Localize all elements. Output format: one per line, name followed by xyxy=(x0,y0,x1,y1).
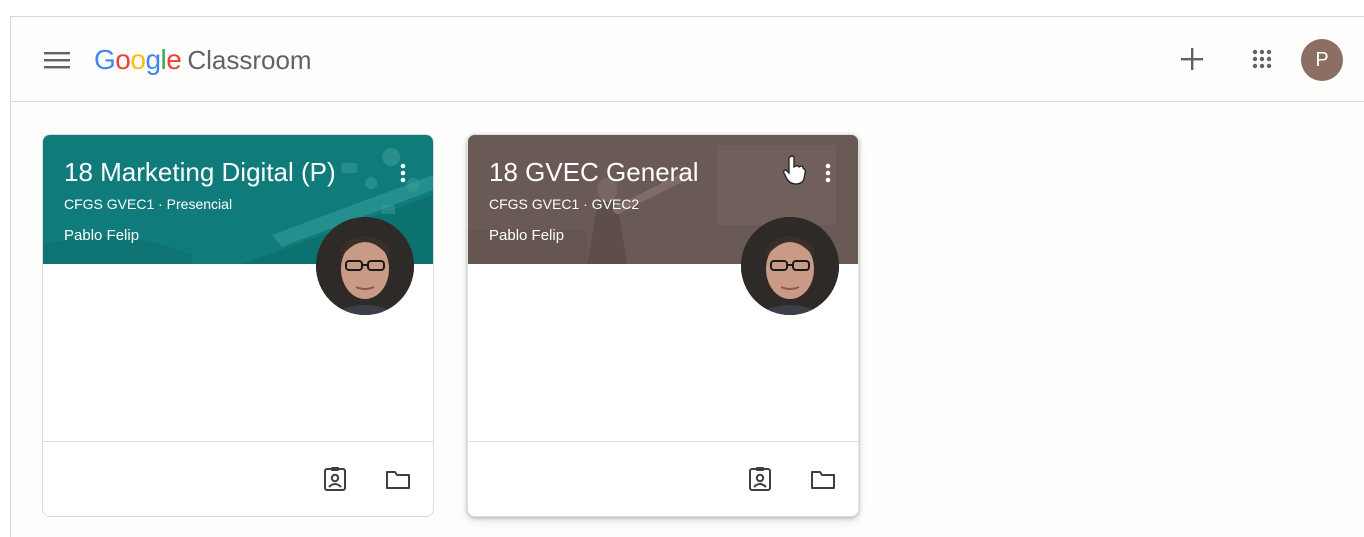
google-classroom-logo[interactable]: Google Classroom xyxy=(94,43,312,77)
teacher-name: Pablo Felip xyxy=(489,227,565,244)
assignment-ind-icon xyxy=(749,467,771,491)
main-menu-button[interactable] xyxy=(37,43,77,77)
class-card-footer xyxy=(468,441,858,516)
open-your-work-button[interactable] xyxy=(743,462,777,496)
class-title-link[interactable]: 18 GVEC General xyxy=(489,157,798,188)
classroom-window: Google Classroom P 18 Marketing Digital … xyxy=(10,16,1364,537)
pointer-hand-cursor-icon xyxy=(783,155,806,185)
more-vert-icon xyxy=(825,163,831,183)
google-wordmark: Google xyxy=(94,44,182,75)
apps-grid-icon xyxy=(1252,49,1272,69)
teacher-portrait xyxy=(741,217,839,315)
account-avatar[interactable]: P xyxy=(1301,39,1343,81)
teacher-photo xyxy=(741,217,839,315)
teacher-photo xyxy=(316,217,414,315)
folder-icon xyxy=(811,471,835,489)
folder-icon xyxy=(386,471,410,489)
more-vert-icon xyxy=(400,163,406,183)
class-options-button[interactable] xyxy=(816,159,840,187)
open-class-folder-button[interactable] xyxy=(381,462,415,496)
class-card[interactable]: 18 GVEC General CFGS GVEC1 · GVEC2 Pablo… xyxy=(467,134,859,517)
google-apps-button[interactable] xyxy=(1242,39,1282,79)
open-your-work-button[interactable] xyxy=(318,462,352,496)
class-section: CFGS GVEC1 · Presencial xyxy=(64,196,233,212)
menu-icon xyxy=(44,52,70,69)
create-or-join-class-button[interactable] xyxy=(1172,39,1212,79)
class-card-footer xyxy=(43,441,433,516)
app-header: Google Classroom P xyxy=(11,17,1364,102)
teacher-portrait xyxy=(316,217,414,315)
plus-icon xyxy=(1181,48,1203,70)
class-title-link[interactable]: 18 Marketing Digital (P) xyxy=(64,157,373,188)
teacher-name: Pablo Felip xyxy=(64,227,140,244)
assignment-ind-icon xyxy=(324,467,346,491)
product-name: Classroom xyxy=(187,44,312,75)
class-section: CFGS GVEC1 · GVEC2 xyxy=(489,196,640,212)
class-card[interactable]: 18 Marketing Digital (P) CFGS GVEC1 · Pr… xyxy=(42,134,434,517)
class-options-button[interactable] xyxy=(391,159,415,187)
open-class-folder-button[interactable] xyxy=(806,462,840,496)
